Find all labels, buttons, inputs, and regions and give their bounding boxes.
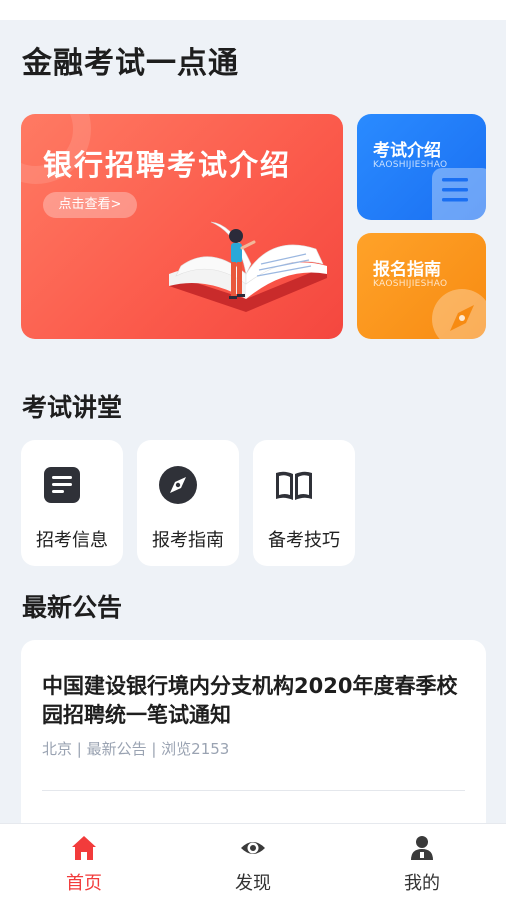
nav-label-discover: 发现 (235, 873, 271, 894)
lecture-item-label: 招考信息 (36, 530, 108, 551)
home-icon (72, 836, 96, 860)
announcement-title: 中国建设银行境内分支机构2020年度春季校园招聘统一笔试通知 (42, 674, 458, 727)
compass-icon (432, 289, 486, 339)
announcement-list: 中国建设银行境内分支机构2020年度春季校园招聘统一笔试通知 北京 | 最新公告… (21, 640, 486, 840)
lecture-item-label: 报考指南 (152, 530, 224, 551)
nav-item-home[interactable]: 首页 (24, 824, 144, 900)
user-icon (411, 836, 433, 860)
banner-title: 银行招聘考试介绍 (43, 148, 292, 182)
nav-label-profile: 我的 (404, 873, 440, 894)
announcement-meta: 北京 | 最新公告 | 浏览2153 (42, 740, 230, 758)
lecture-item-study-tips[interactable]: 备考技巧 (253, 440, 355, 566)
lecture-item-recruitment-info[interactable]: 招考信息 (21, 440, 123, 566)
lecture-item-label: 备考技巧 (268, 530, 340, 551)
lecture-section-title: 考试讲堂 (22, 393, 123, 422)
divider (42, 790, 465, 791)
nav-item-discover[interactable]: 发现 (193, 824, 313, 900)
page-title: 金融考试一点通 (22, 46, 239, 81)
lecture-item-application-guide[interactable]: 报考指南 (137, 440, 239, 566)
document-icon (44, 467, 80, 503)
list-icon (432, 168, 486, 220)
book-icon (276, 471, 312, 500)
nav-item-profile[interactable]: 我的 (362, 824, 482, 900)
compass-icon (159, 466, 197, 504)
status-bar (0, 0, 506, 20)
open-book-illustration (169, 221, 327, 312)
nav-label-home: 首页 (66, 873, 102, 894)
eye-icon (241, 842, 265, 854)
registration-guide-card-title: 报名指南 (373, 260, 441, 280)
announcements-section-title: 最新公告 (22, 593, 123, 622)
banner-exam-intro[interactable]: 银行招聘考试介绍 点击查看> (21, 114, 343, 339)
exam-intro-card[interactable]: 考试介绍 KAOSHIJIESHAO (357, 114, 486, 220)
registration-guide-card[interactable]: 报名指南 KAOSHIJIESHAO (357, 233, 486, 339)
banner-view-button[interactable]: 点击查看> (43, 192, 137, 218)
exam-intro-card-title: 考试介绍 (373, 141, 441, 161)
bottom-nav: 首页 发现 我的 (0, 823, 506, 900)
